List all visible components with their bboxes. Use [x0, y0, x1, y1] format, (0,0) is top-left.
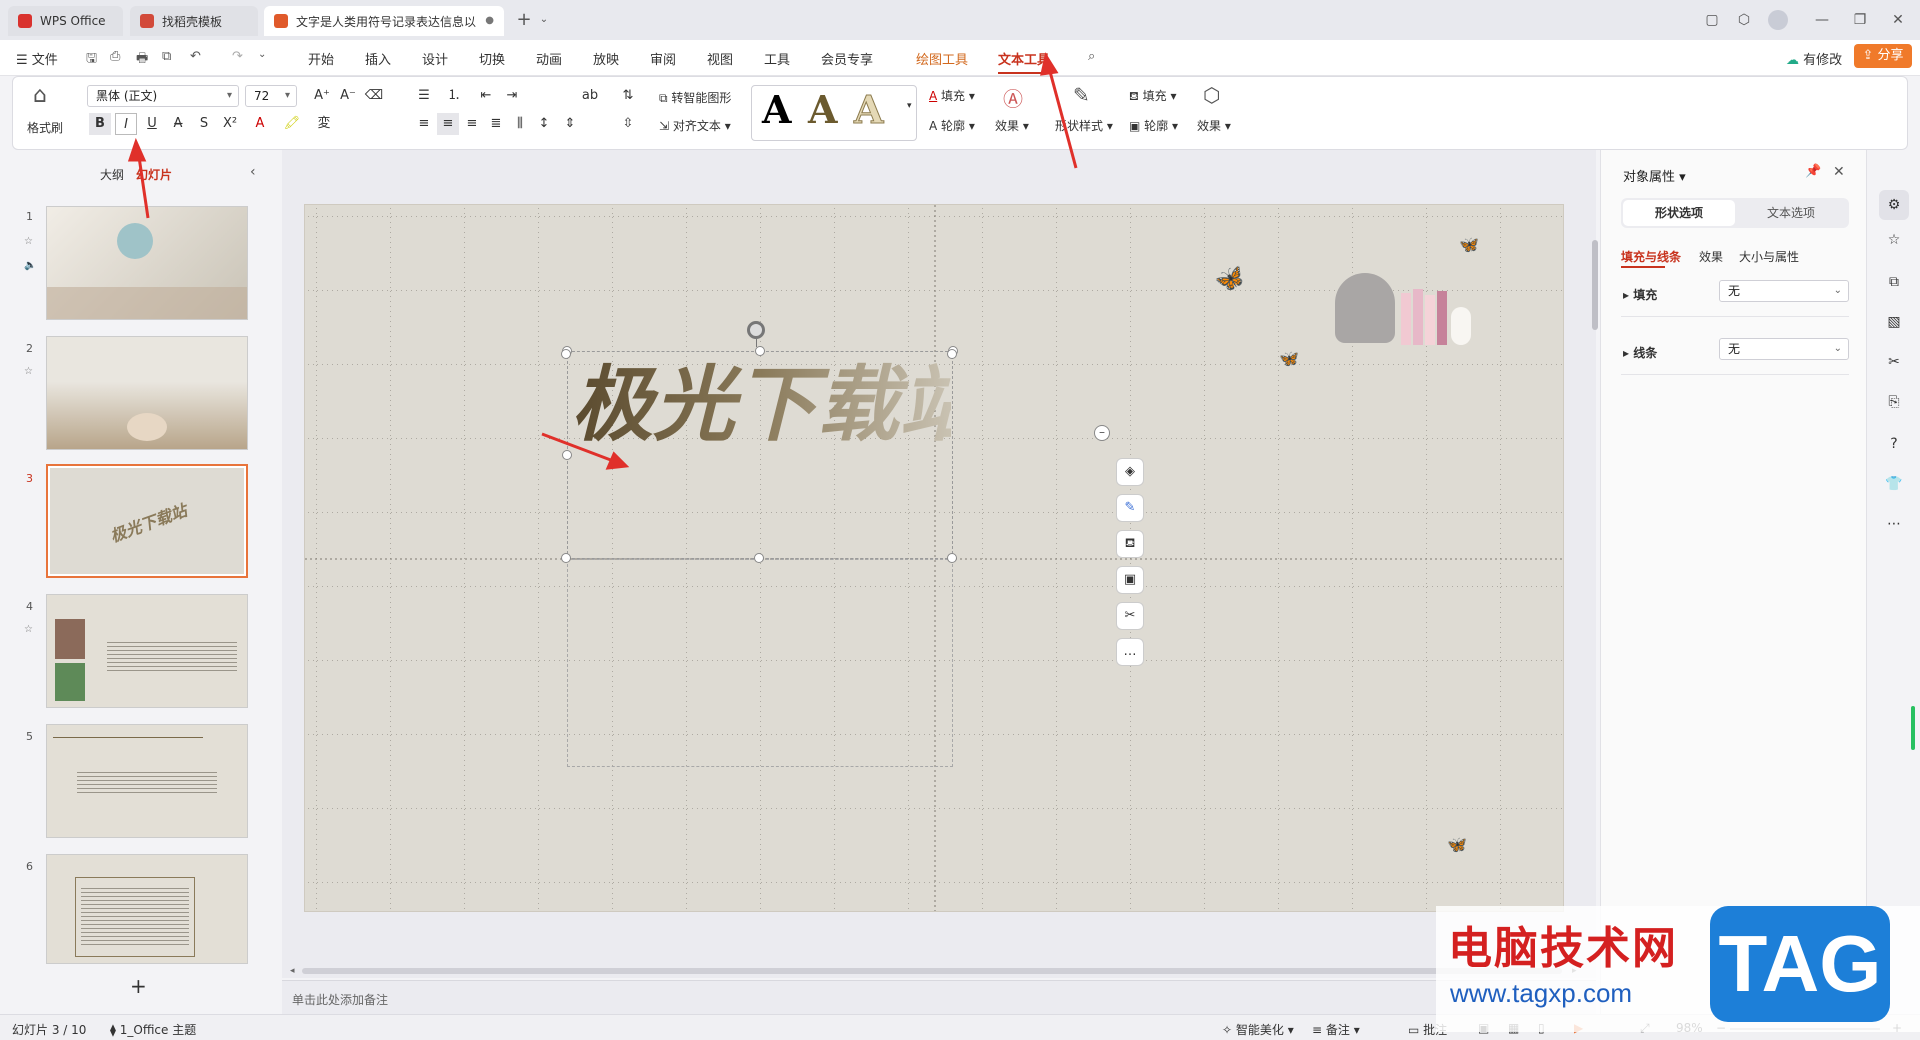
option-tabs: 形状选项 文本选项	[1621, 198, 1849, 228]
line-value: 无	[1728, 342, 1741, 356]
tab-shape-options[interactable]: 形状选项	[1623, 200, 1735, 226]
beautify-icon: ✧	[1222, 1023, 1236, 1037]
notes-area[interactable]: 单击此处添加备注	[282, 980, 1596, 1014]
comment-icon: ▭	[1408, 1023, 1424, 1037]
notes-icon: ≡	[1312, 1023, 1326, 1037]
star-outline-icon[interactable]: ☆	[1879, 232, 1909, 248]
arrow-to-italic	[127, 137, 150, 219]
notes-placeholder[interactable]: 单击此处添加备注	[292, 991, 388, 1008]
theme-icon: ⧫	[110, 1023, 120, 1037]
panel-title[interactable]: 对象属性 ▾	[1623, 166, 1686, 185]
image-icon[interactable]: ▧	[1879, 314, 1909, 330]
notes-button[interactable]: ≡ 备注 ▾	[1312, 1021, 1360, 1038]
watermark-url: www.tagxp.com	[1450, 978, 1633, 1008]
copy-icon[interactable]: ⧉	[1879, 274, 1909, 290]
fill-section[interactable]: ▸ 填充	[1623, 286, 1657, 303]
theme-name: 1_Office 主题	[119, 1023, 197, 1037]
smart-beautify-label: 智能美化	[1235, 1023, 1284, 1037]
more-icon[interactable]: ⋯	[1879, 516, 1909, 532]
chevron-down-icon: ⌄	[1833, 285, 1842, 296]
fill-select[interactable]: 无 ⌄	[1719, 280, 1849, 302]
book-icon[interactable]: ⎘	[1879, 394, 1909, 410]
arrow-to-text-tools	[1040, 52, 1078, 169]
close-panel-icon[interactable]: ✕	[1833, 164, 1845, 180]
line-label: 线条	[1633, 346, 1658, 360]
divider	[1621, 374, 1849, 375]
watermark-tag-logo: TAG	[1710, 906, 1890, 1022]
tab-text-options[interactable]: 文本选项	[1735, 200, 1847, 226]
panel-title-label: 对象属性	[1623, 170, 1676, 185]
shirt-icon[interactable]: 👕	[1879, 476, 1909, 492]
theme-label[interactable]: ⧫ 1_Office 主题	[110, 1021, 196, 1038]
notes-label: 备注	[1325, 1023, 1350, 1037]
slide-counter: 幻灯片 3 / 10	[12, 1023, 87, 1037]
properties-icon[interactable]: ⚙	[1879, 190, 1909, 220]
line-section[interactable]: ▸ 线条	[1623, 344, 1657, 361]
watermark: 电脑技术网 www.tagxp.com TAG	[1436, 906, 1920, 1032]
fill-value: 无	[1728, 284, 1741, 298]
scroll-indicator[interactable]	[1911, 706, 1915, 750]
subtab-effect[interactable]: 效果	[1699, 248, 1723, 265]
property-panel: 对象属性 ▾ 📌 ✕ 形状选项 文本选项 填充与线条 效果 大小与属性 ▸ 填充…	[1600, 150, 1866, 1014]
arrow-to-title	[541, 432, 630, 470]
subtab-size[interactable]: 大小与属性	[1739, 248, 1799, 265]
help-icon[interactable]: ?	[1879, 436, 1909, 452]
right-sidebar: ⚙ ☆ ⧉ ▧ ✂ ⎘ ? 👕 ⋯	[1866, 150, 1920, 1014]
line-select[interactable]: 无 ⌄	[1719, 338, 1849, 360]
subtab-fill-line[interactable]: 填充与线条	[1621, 248, 1681, 265]
subtab-underline	[1621, 266, 1665, 268]
tools-icon[interactable]: ✂	[1879, 354, 1909, 370]
chevron-down-icon: ⌄	[1833, 343, 1842, 354]
divider	[1621, 316, 1849, 317]
smart-beautify-button[interactable]: ✧ 智能美化 ▾	[1222, 1021, 1294, 1038]
pin-icon[interactable]: 📌	[1805, 164, 1821, 179]
fill-label: 填充	[1633, 288, 1658, 302]
watermark-site-name: 电脑技术网	[1448, 923, 1678, 974]
